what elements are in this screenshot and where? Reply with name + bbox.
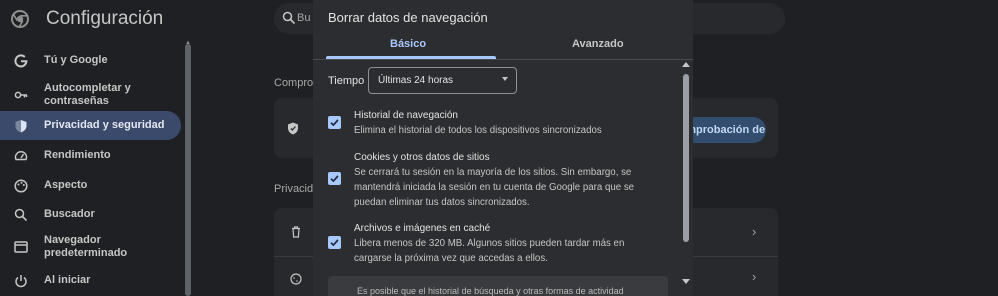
- browser-icon: [14, 241, 28, 253]
- search-placeholder: Buscar en la configuración: [297, 12, 311, 24]
- sidebar-item-buscador[interactable]: Buscador: [0, 200, 181, 229]
- sidebar-item-rendimiento[interactable]: Rendimiento: [0, 141, 181, 170]
- palette-icon: [14, 178, 28, 193]
- clear-browsing-data-dialog: Borrar datos de navegación Básico Avanza…: [313, 0, 693, 296]
- sidebar-item-label: Buscador: [44, 208, 95, 220]
- search-icon: [282, 11, 296, 25]
- scroll-thumb[interactable]: [683, 74, 689, 242]
- google-icon: [14, 53, 28, 67]
- check-icon: [330, 175, 339, 183]
- power-icon: [15, 274, 27, 287]
- tab-divider: [313, 59, 693, 60]
- cookie-icon: [290, 273, 302, 285]
- cache-description: Libera menos de 320 MB. Algunos sitios p…: [354, 238, 625, 264]
- cookies-title: Cookies y otros datos de sitios: [354, 152, 490, 163]
- page-title: Configuración: [46, 8, 164, 29]
- dialog-title: Borrar datos de navegación: [328, 10, 488, 25]
- dialog-scrollbar[interactable]: [682, 62, 690, 292]
- search-icon: [14, 208, 28, 221]
- time-range-label: Tiempo: [328, 75, 365, 87]
- history-checkbox[interactable]: [328, 116, 341, 129]
- dropdown-arrow-icon: [502, 77, 508, 81]
- sidebar-scrollbar[interactable]: [185, 44, 191, 296]
- cache-checkbox[interactable]: [328, 236, 341, 249]
- speedometer-icon: [14, 150, 28, 160]
- sidebar-item-privacidad[interactable]: Privacidad y seguridad: [0, 111, 181, 140]
- sidebar-item-label: Navegador predeterminado: [44, 234, 128, 259]
- chevron-right-icon: ›: [752, 224, 757, 239]
- key-icon: [14, 91, 28, 99]
- sidebar: Tú y Google Autocompletar y contraseñas …: [0, 40, 192, 296]
- sidebar-item-aspecto[interactable]: Aspecto: [0, 171, 181, 200]
- sidebar-item-label: Rendimiento: [44, 149, 111, 161]
- sidebar-item-label: Tú y Google: [44, 54, 108, 66]
- sidebar-item-label: Privacidad y seguridad: [44, 119, 165, 131]
- history-title: Historial de navegación: [354, 110, 458, 121]
- history-description: Elimina el historial de todos los dispos…: [354, 125, 602, 136]
- tab-basico[interactable]: Básico: [390, 38, 426, 50]
- check-icon: [330, 239, 339, 247]
- sidebar-item-autocompletar[interactable]: Autocompletar y contraseñas: [0, 78, 181, 112]
- check-icon: [330, 119, 339, 127]
- sidebar-item-label: Aspecto: [44, 179, 88, 191]
- trash-icon: [292, 226, 300, 238]
- cookies-checkbox[interactable]: [328, 172, 341, 185]
- section-safety-title: Comprobación de seguridad: [274, 77, 313, 89]
- cache-title: Archivos e imágenes en caché: [354, 223, 491, 234]
- chrome-logo-icon: [11, 10, 29, 28]
- section-privacy-title: Privacidad y seguridad: [274, 183, 313, 195]
- cookies-description: Se cerrará tu sesión en la mayoría de lo…: [354, 167, 635, 208]
- sidebar-item-al-iniciar[interactable]: Al iniciar: [0, 266, 181, 295]
- scroll-up-arrow-icon[interactable]: [682, 62, 690, 67]
- time-range-select[interactable]: Últimas 24 horas: [368, 67, 517, 94]
- sidebar-item-label: Autocompletar y contraseñas: [44, 82, 131, 107]
- time-range-value: Últimas 24 horas: [378, 75, 454, 86]
- tab-avanzado[interactable]: Avanzado: [572, 38, 624, 50]
- info-notice: Es posible que el historial de búsqueda …: [328, 276, 668, 296]
- info-text: Es posible que el historial de búsqueda …: [357, 286, 624, 296]
- shield-check-icon: [288, 122, 298, 135]
- sidebar-item-tu-y-google[interactable]: Tú y Google: [0, 46, 181, 75]
- scroll-down-arrow-icon[interactable]: [682, 279, 690, 284]
- sidebar-item-navegador[interactable]: Navegador predeterminado: [0, 230, 181, 264]
- shield-icon: [15, 119, 27, 132]
- sidebar-item-label: Al iniciar: [44, 274, 91, 286]
- chevron-right-icon: ›: [752, 269, 757, 284]
